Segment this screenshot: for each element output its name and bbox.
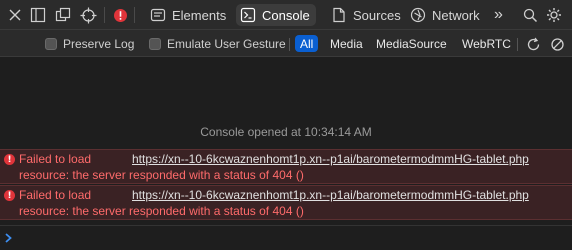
tab-label: Network — [432, 7, 480, 23]
tab-sources[interactable]: Sources — [327, 4, 407, 26]
dock-side-icon[interactable] — [28, 5, 48, 25]
filter-label: Media — [330, 36, 363, 51]
more-tabs-button[interactable]: » — [490, 4, 509, 26]
gear-icon[interactable] — [544, 5, 564, 25]
filter-label: All — [300, 36, 314, 51]
search-icon[interactable] — [520, 5, 540, 25]
console-filter-bar: Preserve Log Emulate User Gesture All Me… — [0, 30, 572, 57]
console-prompt-input[interactable] — [0, 225, 572, 250]
filter-divider — [289, 38, 290, 51]
error-url-link[interactable]: https://xn--10-6kcwaznenhomt1p.xn--p1ai/… — [132, 152, 529, 166]
tab-label: Console — [262, 7, 310, 23]
error-prefix: Failed to load — [19, 188, 92, 202]
error-icon: ! — [4, 190, 15, 201]
filter-all-button[interactable]: All — [295, 35, 319, 52]
devtools-toolbar: Elements Console Sources Network » — [0, 0, 572, 30]
error-detail: resource: the server responded with a st… — [19, 204, 304, 218]
more-tabs-label: » — [494, 6, 503, 23]
toolbar-divider — [104, 7, 105, 23]
checkbox-box[interactable] — [45, 38, 57, 50]
tab-label: Elements — [172, 7, 227, 23]
error-icon: ! — [4, 154, 15, 165]
reload-icon[interactable] — [523, 34, 543, 54]
error-url-link[interactable]: https://xn--10-6kcwaznenhomt1p.xn--p1ai/… — [132, 188, 529, 202]
filter-media-button[interactable]: Media — [325, 35, 368, 52]
undock-icon[interactable] — [53, 5, 73, 25]
clear-console-icon[interactable] — [547, 34, 567, 54]
error-message: ! Failed to load https://xn--10-6kcwazne… — [0, 149, 572, 184]
tab-label: Sources — [353, 7, 401, 23]
filter-label: WebRTC — [462, 36, 511, 51]
emulate-user-gesture-checkbox[interactable]: Emulate User Gesture — [149, 37, 286, 51]
toolbar-divider — [134, 7, 135, 23]
close-icon[interactable] — [5, 5, 25, 25]
preserve-log-checkbox[interactable]: Preserve Log — [45, 37, 134, 51]
filter-divider — [517, 38, 518, 51]
error-count-icon[interactable] — [110, 5, 130, 25]
tab-network[interactable]: Network — [406, 4, 486, 26]
console-opened-message: Console opened at 10:34:14 AM — [200, 125, 372, 139]
filter-mediasource-button[interactable]: MediaSource — [371, 35, 452, 52]
filter-label: MediaSource — [376, 36, 447, 51]
console-output: Console opened at 10:34:14 AM ! Failed t… — [0, 58, 572, 250]
prompt-chevron-icon — [4, 231, 13, 249]
network-icon — [410, 7, 426, 23]
element-picker-icon[interactable] — [78, 5, 98, 25]
tab-elements[interactable]: Elements — [146, 4, 232, 26]
tab-console[interactable]: Console — [236, 4, 316, 26]
console-icon — [240, 7, 256, 23]
elements-icon — [150, 7, 166, 23]
sources-icon — [331, 7, 347, 23]
checkbox-label: Preserve Log — [63, 37, 135, 51]
checkbox-label: Emulate User Gesture — [167, 37, 286, 51]
filter-webrtc-button[interactable]: WebRTC — [457, 35, 516, 52]
error-message: ! Failed to load https://xn--10-6kcwazne… — [0, 185, 572, 220]
error-detail: resource: the server responded with a st… — [19, 168, 304, 182]
error-prefix: Failed to load — [19, 152, 92, 166]
checkbox-box[interactable] — [149, 38, 161, 50]
